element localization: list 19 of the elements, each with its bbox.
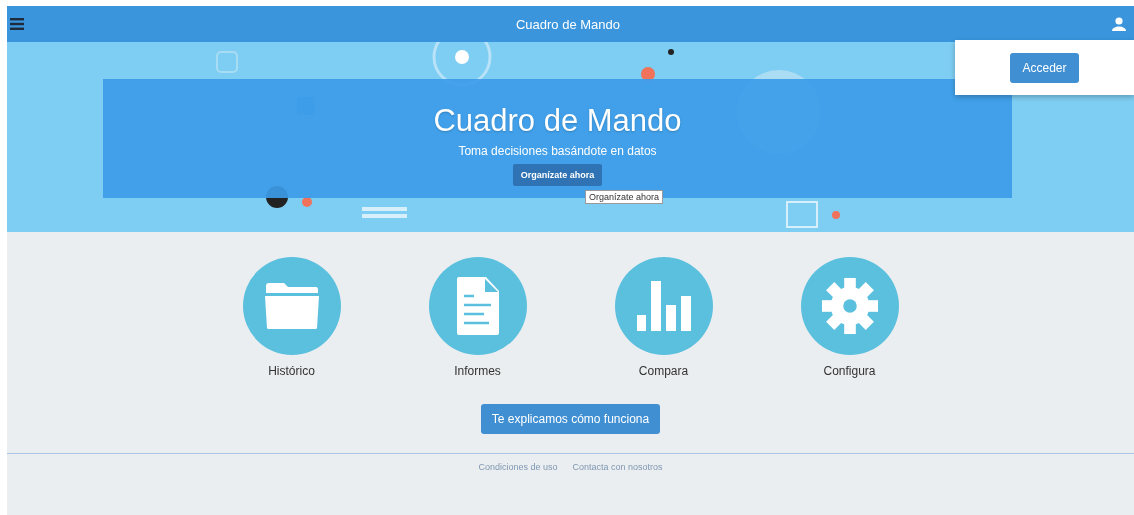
menu-icon[interactable] xyxy=(10,18,24,30)
tile-label[interactable]: Configura xyxy=(823,364,876,378)
hero-subtitle: Toma decisiones basándote en datos xyxy=(458,144,657,158)
footer-link[interactable]: Condiciones de uso xyxy=(478,462,558,472)
hero-title: Cuadro de Mando xyxy=(433,103,682,139)
organize-button[interactable]: Organízate ahora xyxy=(512,164,603,186)
help-button[interactable]: Te explicamos cómo funciona xyxy=(480,404,661,434)
gear-icon xyxy=(820,277,879,335)
user-icon[interactable] xyxy=(1112,17,1126,31)
tile-label[interactable]: Informes xyxy=(454,364,501,378)
bar-chart-icon xyxy=(636,281,691,331)
tile-label[interactable]: Histórico xyxy=(268,364,315,378)
footer-link[interactable]: Contacta con nosotros xyxy=(572,462,663,472)
header-title: Cuadro de Mando xyxy=(515,16,621,32)
tile-label[interactable]: Compara xyxy=(638,364,689,378)
login-button[interactable]: Acceder xyxy=(1010,52,1079,83)
folder-icon xyxy=(263,282,320,330)
document-icon xyxy=(455,277,500,335)
tooltip: Organízate ahora xyxy=(585,190,664,204)
